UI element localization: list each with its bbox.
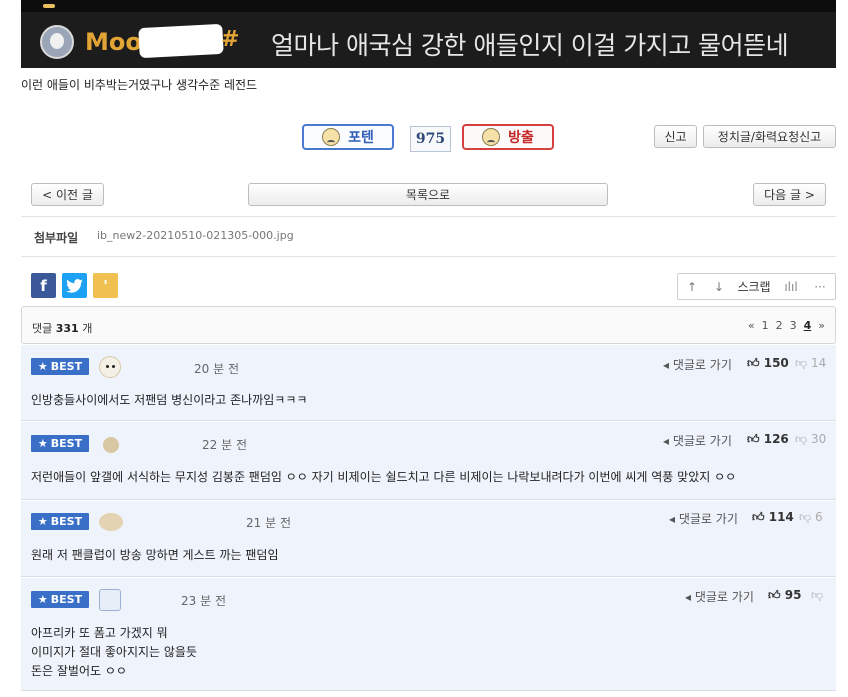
comment-pager: « 1 2 3 4 » [748,319,825,332]
comment-text: 인방충들사이에서도 저팬덤 병신이라고 존나까임ㅋㅋㅋ [31,393,308,407]
comment-time: 22 분 전 [202,438,247,452]
best-badge: ★ BEST [31,358,89,375]
user-avatar[interactable] [103,437,119,453]
angry-face-icon [482,128,501,146]
comment-time: 21 분 전 [246,516,291,530]
banner-avatar [40,25,74,59]
list-button[interactable]: 목록으로 [248,183,608,206]
scrap-button[interactable]: 스크랩 [732,278,776,295]
reply-link[interactable]: ◂ 댓글로 가기 [685,588,754,605]
user-avatar[interactable] [99,356,121,378]
comment-text-line: 이미지가 절대 좋아지지는 않을듯 [31,645,198,659]
comment-text-line: 돈은 잘벌어도 ㅇㅇ [31,664,127,678]
facebook-share-icon[interactable]: f [31,273,56,298]
reply-link[interactable]: ◂ 댓글로 가기 [663,432,732,449]
chart-icon[interactable]: ılıl [776,280,806,294]
banner-nickname: Moo [85,28,142,56]
pager-prev[interactable]: « [748,319,755,332]
pager-page-current[interactable]: 4 [804,319,812,332]
post-caption: 이런 애들이 비추박는거였구나 생각수준 레전드 [21,78,258,92]
star-icon: ★ [37,593,48,606]
post-banner-image: Moo # 얼마나 애국심 강한 애들인지 이걸 가지고 물어뜯네 [21,0,836,68]
attachment-label: 첨부파일 [34,231,79,245]
banner-title: 얼마나 애국심 강한 애들인지 이걸 가지고 물어뜯네 [271,31,789,60]
divider [21,216,836,217]
pager-page[interactable]: 1 [762,319,769,332]
upvote-label: 포텐 [348,130,374,146]
reply-link[interactable]: ◂ 댓글로 가기 [663,356,732,373]
star-icon: ★ [37,360,48,373]
reply-link[interactable]: ◂ 댓글로 가기 [669,510,738,527]
best-badge: ★ BEST [31,513,89,530]
downvote-label: 방출 [508,130,534,146]
report-politics-button[interactable]: 정치글/화력요청신고 [703,125,836,148]
comment-item: ★ BEST 23 분 전 ◂ 댓글로 가기 👍︎ 95 👎︎ 아프리카 또 폼고… [21,578,836,691]
arrow-down-icon[interactable]: ↓ [706,280,732,294]
pager-page[interactable]: 3 [790,319,797,332]
star-icon: ★ [37,515,48,528]
user-avatar[interactable] [99,589,121,611]
vote-count: 975 [410,126,451,152]
more-icon[interactable]: ··· [806,280,834,294]
smile-face-icon [322,128,341,146]
comment-time: 23 분 전 [181,594,226,608]
comment-text-line: 아프리카 또 폼고 가겠지 뭐 [31,626,168,640]
twitter-share-icon[interactable] [62,273,87,298]
comments-count: 댓글 331 개 [32,322,93,335]
divider [21,256,836,257]
comment-downvote[interactable]: 👎︎ [811,588,823,603]
banner-redaction [138,23,224,59]
attachment-file-link[interactable]: ib_new2-20210510-021305-000.jpg [97,229,294,242]
comment-upvote[interactable]: 👍︎ 150 [747,356,789,371]
prev-post-button[interactable]: < 이전 글 [31,183,104,206]
next-post-button[interactable]: 다음 글 > [753,183,826,206]
comment-upvote[interactable]: 👍︎ 95 [768,588,801,603]
best-badge: ★ BEST [31,591,89,608]
comment-item: ★ BEST 20 분 전 ◂ 댓글로 가기 👍︎ 150 👎︎ 14 인방충들사… [21,345,836,421]
banner-hash: # [221,27,240,52]
user-avatar[interactable] [99,513,123,531]
upvote-button[interactable]: 포텐 [302,124,394,150]
star-icon: ★ [37,437,48,450]
comment-item: ★ BEST 21 분 전 ◂ 댓글로 가기 👍︎ 114 👎︎ 6 원래 저 팬… [21,501,836,577]
pager-page[interactable]: 2 [776,319,783,332]
pager-next[interactable]: » [818,319,825,332]
best-badge: ★ BEST [31,435,89,452]
arrow-up-icon[interactable]: ↑ [678,280,706,294]
downvote-button[interactable]: 방출 [462,124,554,150]
banner-top-bar [21,0,836,12]
comment-downvote[interactable]: 👎︎ 30 [795,432,826,447]
comment-item: ★ BEST 22 분 전 ◂ 댓글로 가기 👍︎ 126 👎︎ 30 저런애들이… [21,422,836,500]
report-button[interactable]: 신고 [654,125,697,148]
comment-upvote[interactable]: 👍︎ 126 [747,432,789,447]
comment-downvote[interactable]: 👎︎ 14 [795,356,826,371]
comment-upvote[interactable]: 👍︎ 114 [752,510,794,525]
comment-downvote[interactable]: 👎︎ 6 [799,510,823,525]
comments-header: 댓글 331 개 « 1 2 3 4 » [21,306,836,344]
kakao-share-icon[interactable]: ' [93,273,118,298]
comment-text: 저런애들이 앞갤에 서식하는 무지성 김봉준 팬덤임 ㅇㅇ 자기 비제이는 쉴드… [31,470,737,484]
comment-text: 원래 저 팬클럽이 방송 망하면 게스트 까는 팬덤임 [31,548,279,562]
comment-time: 20 분 전 [194,362,239,376]
post-tools: ↑ ↓ 스크랩 ılıl ··· [677,273,836,300]
